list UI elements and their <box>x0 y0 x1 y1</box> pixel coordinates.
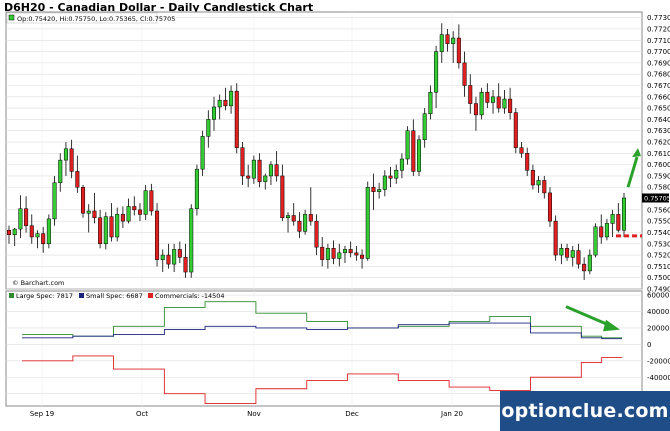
price-tick-label: 0.77200 <box>647 25 670 33</box>
watermark-banner: optionclue.com <box>500 391 670 431</box>
candle <box>621 192 627 237</box>
price-tick-label: 0.76400 <box>647 116 670 124</box>
candle <box>103 212 108 250</box>
candle <box>234 83 239 154</box>
cot-tick-label: 20000 <box>647 324 669 332</box>
price-tick-label: 0.76500 <box>647 105 670 113</box>
price-tick-label: 0.75300 <box>647 240 670 248</box>
price-tick-label: 0.75600 <box>647 206 670 214</box>
candle <box>46 214 51 249</box>
cot-legend: Large Spec: 7817 Small Spec: 6687 Commer… <box>9 292 225 300</box>
candle <box>365 181 370 261</box>
cot-tick-label: 60000 <box>647 292 669 300</box>
last-price-marker: 0.75705 <box>642 193 670 203</box>
candle <box>547 187 552 227</box>
candle <box>52 175 57 226</box>
cot-panel-frame <box>5 290 643 407</box>
candle <box>189 204 194 278</box>
small-spec-label: Small Spec: 6687 <box>86 292 143 300</box>
commercials-swatch <box>148 293 153 298</box>
cot-tick-label: -40000 <box>647 374 670 382</box>
price-tick-label: 0.76000 <box>647 161 670 169</box>
candle <box>553 215 558 261</box>
candle <box>593 223 598 258</box>
candle <box>513 108 518 154</box>
candle <box>479 87 484 120</box>
price-tick-label: 0.76900 <box>647 59 670 67</box>
price-tick-label: 0.77000 <box>647 48 670 56</box>
price-tick-label: 0.75500 <box>647 218 670 226</box>
price-tick-label: 0.76700 <box>647 82 670 90</box>
x-axis-label: Sep 19 <box>30 410 54 418</box>
x-axis-label: Oct <box>136 410 148 418</box>
x-axis-label: Nov <box>247 410 261 418</box>
cot-y-axis: 6000040000200000-20000-40000-60000 <box>647 292 670 399</box>
candle <box>416 135 422 176</box>
x-axis-label: Jan 20 <box>440 410 463 418</box>
ohlc-legend-swatch <box>8 14 15 21</box>
last-price-label: 0.75705 <box>644 194 670 202</box>
price-tick-label: 0.77300 <box>647 14 670 22</box>
price-tick-label: 0.76800 <box>647 71 670 79</box>
x-axis-labels: Sep 19 Oct Nov Dec Jan 20 <box>30 410 463 418</box>
cot-tick-label: 40000 <box>647 308 669 316</box>
price-tick-label: 0.76200 <box>647 139 670 147</box>
candle <box>200 130 205 176</box>
large-spec-swatch <box>9 293 14 298</box>
large-spec-label: Large Spec: 7817 <box>16 292 73 300</box>
price-y-axis: 0.77300 0.77200 0.77100 0.77000 0.76900 0.768… <box>647 14 670 293</box>
cot-tick-label: -20000 <box>647 357 670 365</box>
candle <box>155 203 160 267</box>
candle <box>81 184 86 218</box>
candle <box>194 164 199 216</box>
candle <box>405 126 410 165</box>
price-tick-label: 0.75400 <box>647 229 670 237</box>
x-axis-label: Dec <box>345 410 359 418</box>
price-tick-label: 0.75200 <box>647 252 670 260</box>
price-tick-label: 0.75100 <box>647 263 670 271</box>
price-tick-label: 0.76300 <box>647 127 670 135</box>
small-spec-swatch <box>79 293 84 298</box>
commercials-label: Commercials: -14504 <box>155 292 225 300</box>
ohlc-legend: Op:0.75420, Hi:0.75750, Lo:0.75365, Cl:0… <box>17 15 175 23</box>
price-tick-label: 0.77100 <box>647 37 670 45</box>
price-tick-label: 0.76100 <box>647 150 670 158</box>
cot-tick-label: 0 <box>647 341 651 349</box>
barchart-credit: © Barchart.com <box>12 279 64 287</box>
price-tick-label: 0.75800 <box>647 184 670 192</box>
price-tick-label: 0.76600 <box>647 93 670 101</box>
price-tick-label: 0.75000 <box>647 274 670 282</box>
chart-svg: 0.77300 0.77200 0.77100 0.77000 0.76900 0.768… <box>5 11 670 418</box>
price-tick-label: 0.75900 <box>647 172 670 180</box>
